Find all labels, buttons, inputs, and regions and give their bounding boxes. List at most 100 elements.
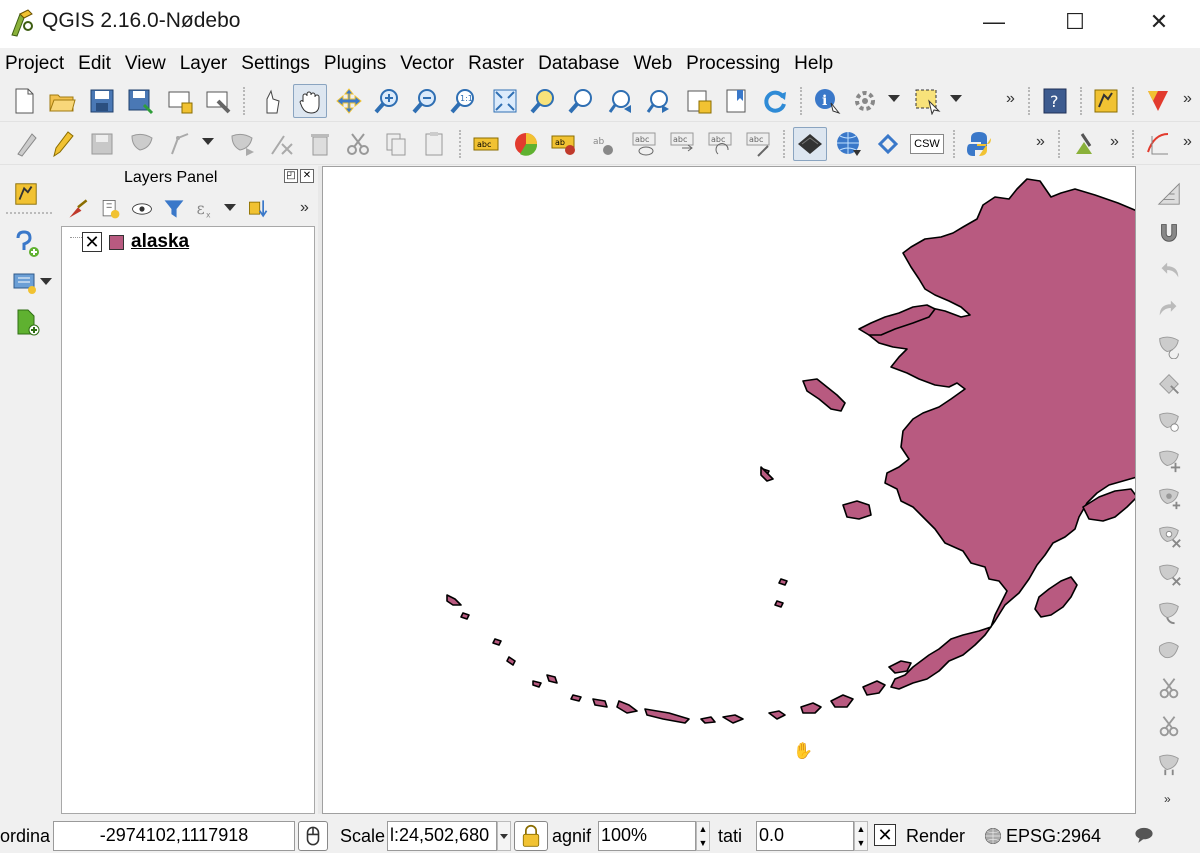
- rotate-label-icon[interactable]: abc: [704, 128, 736, 160]
- zoom-to-selection-icon[interactable]: [527, 85, 559, 117]
- toolbar-more-chevron[interactable]: »: [1164, 792, 1171, 806]
- add-layer-dropdown[interactable]: [40, 278, 52, 285]
- move-feature-icon[interactable]: [166, 128, 198, 160]
- change-label-icon[interactable]: abc: [742, 128, 774, 160]
- new-layer-icon[interactable]: [8, 306, 44, 338]
- toolbar-more-chevron[interactable]: »: [1183, 133, 1192, 151]
- toolbar-grip[interactable]: [1028, 87, 1032, 115]
- toolbar-more-chevron[interactable]: »: [1036, 133, 1045, 151]
- menu-plugins[interactable]: Plugins: [324, 53, 386, 75]
- add-virtual-layer-icon[interactable]: [8, 266, 44, 298]
- merge-features-icon[interactable]: [1152, 748, 1186, 780]
- expression-dropdown[interactable]: [224, 204, 236, 211]
- offset-curve-icon[interactable]: [1152, 634, 1186, 666]
- filter-by-expression-icon[interactable]: εx: [192, 195, 220, 223]
- close-panel-button[interactable]: ✕: [300, 169, 314, 183]
- toolbar-more-chevron[interactable]: »: [1183, 90, 1192, 108]
- diagram-icon[interactable]: [510, 128, 542, 160]
- coordinate-field[interactable]: -2974102,1117918: [53, 821, 295, 851]
- manage-visibility-icon[interactable]: [128, 195, 156, 223]
- pan-map-icon[interactable]: [293, 84, 327, 118]
- float-panel-button[interactable]: ◰: [284, 169, 298, 183]
- pan-to-selection-icon[interactable]: [333, 85, 365, 117]
- raster-terrain-icon[interactable]: [793, 127, 827, 161]
- metasearch-icon[interactable]: [872, 128, 904, 160]
- identify-icon[interactable]: i: [811, 85, 843, 117]
- toolbar-grip[interactable]: [1132, 87, 1136, 115]
- highlight-pinned-labels-icon[interactable]: ab: [588, 128, 620, 160]
- map-canvas[interactable]: ✋: [322, 166, 1136, 814]
- zoom-out-icon[interactable]: [409, 85, 441, 117]
- save-project-icon[interactable]: [86, 85, 118, 117]
- menu-settings[interactable]: Settings: [241, 53, 310, 75]
- reshape-icon[interactable]: [1152, 596, 1186, 628]
- lock-scale-button[interactable]: [514, 821, 548, 851]
- fill-ring-icon[interactable]: [1152, 482, 1186, 514]
- feature-dropdown[interactable]: [202, 138, 214, 145]
- style-manager-icon[interactable]: [64, 195, 92, 223]
- undo-icon[interactable]: [1152, 254, 1186, 286]
- toolbar-grip[interactable]: [6, 212, 52, 214]
- move-label-icon[interactable]: abc: [666, 128, 698, 160]
- new-project-icon[interactable]: [8, 85, 40, 117]
- redo-icon[interactable]: [1152, 292, 1186, 324]
- zoom-in-icon[interactable]: [371, 85, 403, 117]
- rotate-feature-icon[interactable]: [1152, 330, 1186, 362]
- help-icon[interactable]: ?: [1039, 85, 1071, 117]
- messages-icon[interactable]: [1134, 826, 1154, 844]
- layer-item-alaska[interactable]: ✕ alaska: [82, 231, 189, 253]
- gps-icon[interactable]: [1142, 85, 1174, 117]
- expand-all-icon[interactable]: [244, 195, 272, 223]
- toolbar-grip[interactable]: [459, 130, 463, 158]
- minimize-button[interactable]: —: [962, 0, 1026, 44]
- add-feature-icon[interactable]: [126, 128, 158, 160]
- snapping-icon[interactable]: [1152, 178, 1186, 210]
- zoom-to-layer-icon[interactable]: [565, 85, 597, 117]
- toolbar-more-chevron[interactable]: »: [1006, 90, 1015, 108]
- toggle-extents-button[interactable]: [298, 821, 328, 851]
- new-map-view-icon[interactable]: [683, 85, 715, 117]
- zoom-last-icon[interactable]: [605, 85, 637, 117]
- crs-button[interactable]: EPSG:2964: [1006, 826, 1101, 847]
- delete-part-icon[interactable]: [1152, 558, 1186, 590]
- touch-zoom-icon[interactable]: [255, 85, 287, 117]
- rotation-spinner[interactable]: ▲ ▼: [854, 821, 868, 851]
- save-as-icon[interactable]: [124, 85, 156, 117]
- zoom-full-icon[interactable]: [489, 85, 521, 117]
- layer-symbol-swatch[interactable]: [109, 234, 124, 250]
- menu-processing[interactable]: Processing: [686, 53, 780, 75]
- node-tool-icon[interactable]: [226, 128, 258, 160]
- simplify-feature-icon[interactable]: [1152, 368, 1186, 400]
- composer-manager-icon[interactable]: [202, 85, 234, 117]
- magnifier-spinner[interactable]: ▲ ▼: [696, 821, 710, 851]
- open-project-icon[interactable]: [46, 85, 78, 117]
- toggle-editing-icon[interactable]: [46, 128, 78, 160]
- add-delimited-text-layer-icon[interactable]: [8, 228, 44, 260]
- paste-features-icon[interactable]: [380, 128, 412, 160]
- menu-help[interactable]: Help: [794, 53, 833, 75]
- add-part-icon[interactable]: [1152, 444, 1186, 476]
- close-button[interactable]: ✕: [1127, 0, 1191, 44]
- add-ring-icon[interactable]: [1152, 406, 1186, 438]
- menu-raster[interactable]: Raster: [468, 53, 524, 75]
- layer-name[interactable]: alaska: [131, 231, 189, 253]
- toolbar-more-chevron[interactable]: »: [1110, 133, 1119, 151]
- delete-selected-icon[interactable]: [266, 128, 298, 160]
- georeferencer-icon[interactable]: [1090, 85, 1122, 117]
- magnifier-field[interactable]: 100%: [598, 821, 696, 851]
- scale-dropdown[interactable]: [497, 821, 511, 851]
- new-bookmark-icon[interactable]: [721, 85, 753, 117]
- toolbar-grip[interactable]: [1080, 87, 1084, 115]
- copy-features-icon[interactable]: [342, 128, 374, 160]
- pin-labels-icon[interactable]: ab: [548, 128, 580, 160]
- menu-layer[interactable]: Layer: [180, 53, 228, 75]
- csw-icon[interactable]: CSW: [910, 128, 944, 160]
- menu-database[interactable]: Database: [538, 53, 619, 75]
- georeferencer-icon[interactable]: [8, 178, 44, 210]
- menu-project[interactable]: Project: [5, 53, 64, 75]
- refresh-icon[interactable]: [759, 85, 791, 117]
- crs-globe-icon[interactable]: [984, 827, 1002, 845]
- delete-ring-icon[interactable]: [1152, 520, 1186, 552]
- current-edits-icon[interactable]: [10, 128, 42, 160]
- toolbar-grip[interactable]: [243, 87, 247, 115]
